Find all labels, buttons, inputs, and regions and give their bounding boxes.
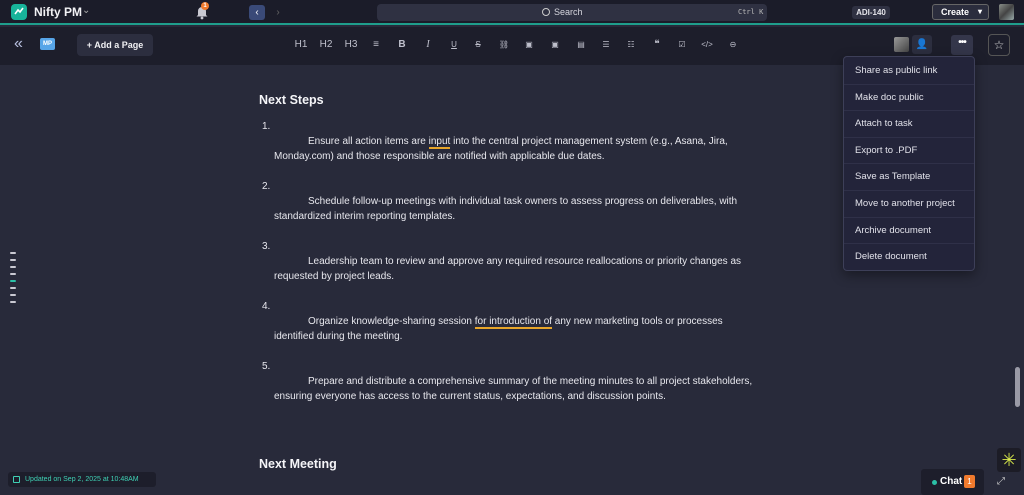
list-item[interactable]: Organize knowledge-sharing session for i… [274, 314, 756, 344]
back-button[interactable]: ‹ [249, 5, 265, 20]
list-number: 4. [262, 301, 271, 312]
list-number: 2. [262, 181, 271, 192]
menu-item-attach-to-task[interactable]: Attach to task [844, 111, 974, 138]
gallery-icon[interactable]: ▣ [546, 37, 564, 53]
strikethrough-button[interactable]: S [469, 37, 487, 53]
menu-item-export-pdf[interactable]: Export to .PDF [844, 138, 974, 165]
menu-item-make-doc-public[interactable]: Make doc public [844, 85, 974, 112]
section-title: Next Meeting [259, 457, 337, 471]
search-label: Search [554, 7, 583, 17]
app-name[interactable]: Nifty PM [34, 5, 82, 19]
chat-label: Chat [940, 476, 963, 487]
more-options-menu: Share as public link Make doc public Att… [843, 56, 975, 271]
list-item[interactable]: Ensure all action items are input into t… [274, 134, 756, 164]
divider-icon[interactable]: ⊖ [724, 37, 742, 53]
menu-item-save-template[interactable]: Save as Template [844, 164, 974, 191]
outline-marker[interactable] [10, 252, 16, 254]
outline-marker[interactable] [10, 259, 16, 261]
add-member-icon[interactable]: 👤 [912, 35, 932, 54]
menu-item-share-public-link[interactable]: Share as public link [844, 58, 974, 85]
outline-marker[interactable] [10, 294, 16, 296]
sparkle-icon[interactable]: ✳ [997, 448, 1021, 472]
paragraph-icon[interactable]: ≡ [367, 37, 385, 53]
list-item[interactable]: Prepare and distribute a comprehensive s… [274, 374, 756, 404]
scrollbar-thumb[interactable] [1015, 367, 1020, 407]
outline-navigator[interactable] [10, 252, 16, 308]
avatar[interactable] [999, 4, 1014, 20]
clock-icon [13, 476, 20, 483]
ticket-id[interactable]: ADI-140 [852, 6, 890, 19]
chevron-down-icon: ▾ [977, 7, 982, 16]
expand-icon[interactable]: ⤢ [997, 476, 1009, 488]
list-number: 3. [262, 241, 271, 252]
outline-marker[interactable] [10, 273, 16, 275]
table-icon[interactable]: ▤ [572, 37, 590, 53]
checklist-icon[interactable]: ☑ [673, 37, 691, 53]
notification-badge: 1 [201, 2, 209, 10]
online-indicator [932, 480, 937, 485]
list-number: 5. [262, 361, 271, 372]
heading2-button[interactable]: H2 [317, 37, 335, 53]
outline-marker-active[interactable] [10, 280, 16, 282]
chevron-down-icon[interactable]: ⌄ [82, 5, 90, 16]
highlighted-text[interactable]: for introduction of [474, 316, 553, 329]
image-icon[interactable]: ▣ [520, 37, 538, 53]
outline-marker[interactable] [10, 301, 16, 303]
collapse-sidebar-icon[interactable]: « [14, 35, 32, 53]
search-shortcut: Ctrl K [738, 8, 764, 16]
menu-item-archive[interactable]: Archive document [844, 218, 974, 245]
more-options-button[interactable]: ••• [951, 35, 973, 55]
create-label: Create [941, 7, 970, 17]
add-page-button[interactable]: + Add a Page [77, 34, 153, 56]
outline-marker[interactable] [10, 266, 16, 268]
forward-button[interactable]: › [270, 5, 286, 20]
collaborator-avatar[interactable] [894, 37, 909, 52]
code-icon[interactable]: </> [698, 37, 716, 53]
star-icon[interactable]: ☆ [988, 34, 1010, 56]
heading1-button[interactable]: H1 [292, 37, 310, 53]
numbered-list-icon[interactable]: ☷ [622, 37, 640, 53]
menu-item-delete[interactable]: Delete document [844, 244, 974, 271]
updated-status: Updated on Sep 2, 2025 at 10:48AM [8, 472, 156, 487]
bold-button[interactable]: B [393, 37, 411, 53]
link-icon[interactable]: ⛓ [495, 37, 513, 53]
highlighted-text[interactable]: input [428, 136, 451, 149]
quote-icon[interactable]: ❝ [648, 37, 666, 53]
chat-button[interactable]: Chat 1 [921, 469, 984, 495]
list-item[interactable]: Schedule follow-up meetings with individ… [274, 194, 756, 224]
section-title: Next Steps [259, 93, 324, 107]
italic-button[interactable]: I [419, 37, 437, 53]
app-logo-icon[interactable] [11, 4, 27, 20]
bullet-list-icon[interactable]: ☰ [597, 37, 615, 53]
outline-marker[interactable] [10, 287, 16, 289]
chat-badge: 1 [964, 475, 975, 488]
project-badge[interactable]: MP [40, 38, 55, 50]
list-number: 1. [262, 121, 271, 132]
underline-button[interactable]: U [445, 37, 463, 53]
search-icon [542, 8, 550, 16]
menu-item-move-project[interactable]: Move to another project [844, 191, 974, 218]
create-button[interactable]: Create ▾ [932, 4, 989, 20]
heading3-button[interactable]: H3 [342, 37, 360, 53]
list-item[interactable]: Leadership team to review and approve an… [274, 254, 756, 284]
